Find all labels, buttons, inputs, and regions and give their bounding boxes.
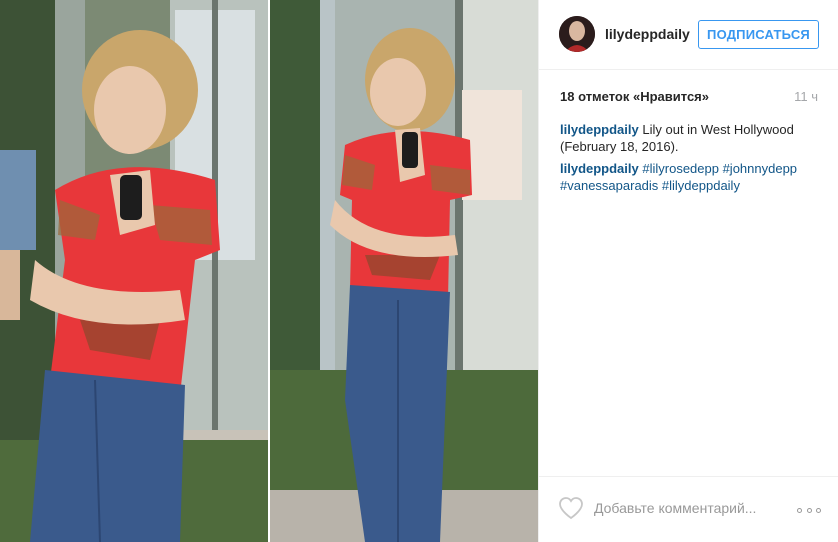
dot-icon	[797, 507, 802, 513]
dot-icon	[806, 507, 812, 513]
likes-count[interactable]: 18 отметок «Нравится»	[560, 89, 709, 104]
comment-input[interactable]	[594, 499, 769, 517]
follow-button[interactable]: ПОДПИСАТЬСЯ	[698, 20, 819, 49]
caption: lilydeppdaily Lily out in West Hollywood…	[560, 121, 822, 155]
photo-collage	[0, 0, 538, 542]
caption-username-link[interactable]: lilydeppdaily	[560, 122, 639, 137]
avatar[interactable]	[559, 16, 595, 52]
avatar-image	[559, 16, 595, 52]
more-options-icon[interactable]	[797, 506, 821, 514]
post-sidebar: lilydeppdaily ПОДПИСАТЬСЯ 18 отметок «Нр…	[538, 0, 838, 542]
hashtag-username-link[interactable]: lilydeppdaily	[560, 161, 639, 176]
hashtag-comment: lilydeppdaily #lilyrosedepp #johnnydepp …	[560, 160, 822, 194]
dot-icon	[816, 507, 821, 513]
post-header: lilydeppdaily ПОДПИСАТЬСЯ	[539, 0, 838, 70]
comment-bar	[539, 476, 838, 542]
post-photo[interactable]	[0, 0, 538, 542]
post-time[interactable]: 11 ч	[794, 89, 818, 104]
header-username-link[interactable]: lilydeppdaily	[605, 26, 690, 42]
heart-icon[interactable]	[558, 496, 584, 520]
